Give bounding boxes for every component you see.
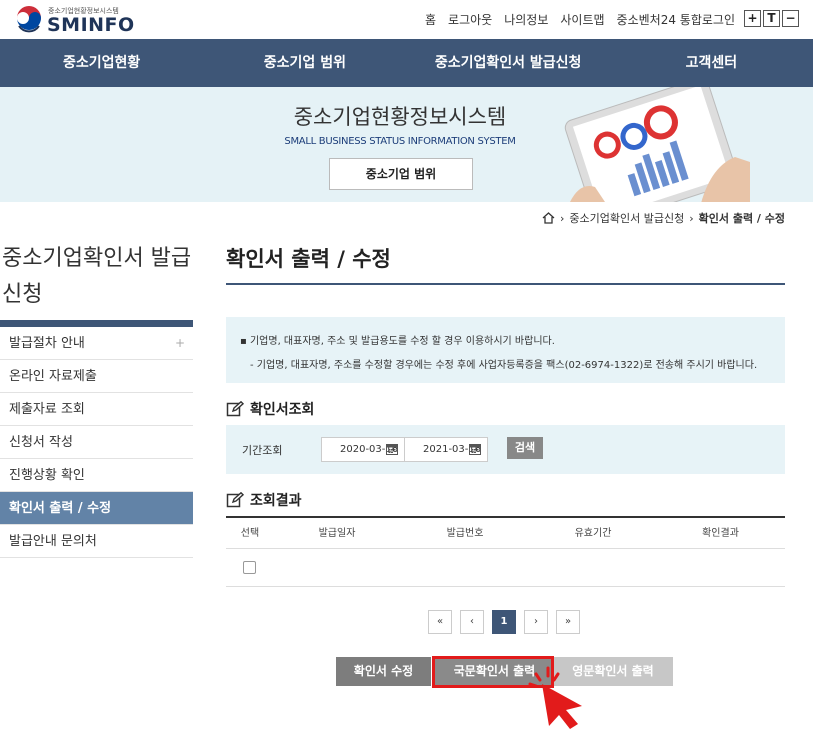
sidebar-item-print-edit[interactable]: 확인서 출력 / 수정: [0, 492, 193, 525]
page-first-button[interactable]: «: [428, 610, 452, 634]
notice-line: - 기업명, 대표자명, 주소를 수정할 경우에는 수정 후에 사업자등록증을 …: [250, 356, 757, 371]
nav-item-status[interactable]: 중소기업현황: [0, 39, 203, 87]
start-date-field[interactable]: 2020-03-16: [321, 437, 405, 462]
sidebar-title: 중소기업확인서 발급신청: [2, 246, 192, 307]
logo-title: SMINFO: [47, 14, 135, 36]
tablet-illustration-icon: [564, 87, 750, 202]
column-header: 발급일자: [318, 528, 356, 539]
column-header: 발급번호: [446, 528, 484, 539]
font-size-controls: + T −: [744, 10, 799, 27]
sidebar-menu: 발급절차 안내 + 온라인 자료제출 제출자료 조회 신청서 작성 진행상황 확…: [0, 327, 193, 558]
home-icon[interactable]: [542, 212, 555, 224]
top-links: 홈 로그아웃 나의정보 사이트맵 중소벤처24 통합로그인: [425, 11, 735, 28]
plus-icon: +: [174, 336, 185, 350]
edit-icon: [226, 401, 244, 417]
sidebar-item-label: 제출자료 조회: [9, 402, 85, 417]
results-heading-text: 조회결과: [250, 493, 302, 509]
sidebar-item-submitted-lookup[interactable]: 제출자료 조회: [0, 393, 193, 426]
hero-banner: 중소기업현황정보시스템 SMALL BUSINESS STATUS INFORM…: [0, 87, 813, 202]
sidebar-item-online-submit[interactable]: 온라인 자료제출: [0, 360, 193, 393]
page-last-button[interactable]: »: [556, 610, 580, 634]
table-header: 선택 발급일자 발급번호 유효기간 확인결과: [226, 518, 785, 549]
breadcrumb-separator: ›: [689, 211, 694, 225]
sidebar-item-label: 신청서 작성: [9, 435, 73, 450]
link-sitemap[interactable]: 사이트맵: [560, 11, 604, 28]
main-nav: 중소기업현황 중소기업 범위 중소기업확인서 발급신청 고객센터: [0, 39, 813, 87]
page-title: 확인서 출력 / 수정: [226, 247, 391, 271]
sidebar-item-application[interactable]: 신청서 작성: [0, 426, 193, 459]
results-table: 선택 발급일자 발급번호 유효기간 확인결과: [226, 516, 785, 587]
breadcrumb-item[interactable]: 중소기업확인서 발급신청: [569, 210, 684, 226]
breadcrumb-separator: ›: [560, 211, 565, 225]
link-logout[interactable]: 로그아웃: [448, 11, 492, 28]
page-prev-button[interactable]: ‹: [460, 610, 484, 634]
calendar-icon[interactable]: [469, 443, 481, 455]
sidebar-item-label: 확인서 출력 / 수정: [9, 501, 112, 516]
click-pointer-icon: [528, 666, 582, 729]
edit-icon: [226, 492, 244, 508]
column-header: 유효기간: [574, 528, 612, 539]
notice-text: 기업명, 대표자명, 주소 및 발급용도를 수정 할 경우 이용하시기 바랍니다…: [249, 336, 555, 347]
font-reset-button[interactable]: T: [763, 10, 780, 27]
link-my-info[interactable]: 나의정보: [504, 11, 548, 28]
calendar-icon[interactable]: [386, 443, 398, 455]
nav-item-certificate[interactable]: 중소기업확인서 발급신청: [407, 39, 610, 87]
results-section-heading: 조회결과: [226, 490, 302, 510]
sidebar-divider: [0, 320, 193, 327]
edit-certificate-button[interactable]: 확인서 수정: [336, 657, 431, 686]
link-integrated-login[interactable]: 중소벤처24 통합로그인: [617, 11, 735, 28]
pagination: « ‹ 1 › »: [428, 610, 580, 634]
link-home[interactable]: 홈: [425, 11, 436, 28]
breadcrumb-current: 확인서 출력 / 수정: [698, 212, 785, 225]
sidebar-item-label: 발급안내 문의처: [9, 534, 97, 549]
search-heading-text: 확인서조회: [250, 402, 315, 418]
column-header: 확인결과: [702, 528, 739, 539]
site-logo[interactable]: 중소기업현황정보시스템 SMINFO: [14, 4, 144, 36]
sidebar-item-label: 온라인 자료제출: [9, 369, 97, 384]
taegeuk-logo-icon: [15, 6, 43, 34]
banner-scope-button[interactable]: 중소기업 범위: [329, 158, 473, 190]
notice-box: ▪ 기업명, 대표자명, 주소 및 발급용도를 수정 할 경우 이용하시기 바랍…: [226, 317, 785, 383]
title-divider: [226, 283, 785, 285]
page-next-button[interactable]: ›: [524, 610, 548, 634]
sidebar-item-procedure[interactable]: 발급절차 안내 +: [0, 327, 193, 360]
breadcrumb: › 중소기업확인서 발급신청 › 확인서 출력 / 수정: [542, 210, 785, 226]
column-header: 선택: [240, 528, 260, 539]
sidebar-item-label: 발급절차 안내: [9, 336, 85, 351]
period-label: 기간조회: [242, 444, 283, 457]
search-box: 기간조회 2020-03-16 2021-03-16 검색: [226, 425, 785, 474]
font-increase-button[interactable]: +: [744, 10, 761, 27]
nav-item-scope[interactable]: 중소기업 범위: [203, 39, 406, 87]
top-bar: 중소기업현황정보시스템 SMINFO 홈 로그아웃 나의정보 사이트맵 중소벤처…: [0, 0, 813, 39]
page-current[interactable]: 1: [492, 610, 516, 634]
search-button[interactable]: 검색: [507, 437, 543, 459]
sidebar-item-contact[interactable]: 발급안내 문의처: [0, 525, 193, 558]
sidebar-item-label: 진행상황 확인: [9, 468, 85, 483]
notice-text: - 기업명, 대표자명, 주소를 수정할 경우에는 수정 후에 사업자등록증을 …: [250, 360, 758, 371]
sidebar-item-progress[interactable]: 진행상황 확인: [0, 459, 193, 492]
row-select-checkbox[interactable]: [243, 561, 256, 574]
font-decrease-button[interactable]: −: [782, 10, 799, 27]
search-section-heading: 확인서조회: [226, 399, 314, 419]
end-date-field[interactable]: 2021-03-16: [404, 437, 488, 462]
nav-item-support[interactable]: 고객센터: [610, 39, 813, 87]
notice-line: ▪ 기업명, 대표자명, 주소 및 발급용도를 수정 할 경우 이용하시기 바랍…: [240, 336, 555, 347]
table-row: [226, 549, 785, 587]
